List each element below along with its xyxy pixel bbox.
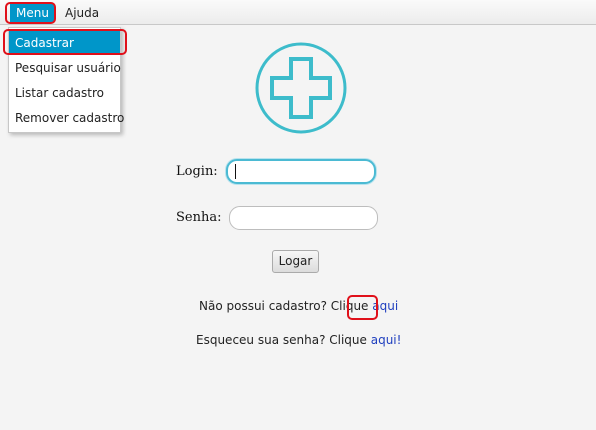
register-link-highlight (347, 295, 378, 320)
login-input[interactable] (226, 159, 376, 184)
menu-item-remover-cadastro[interactable]: Remover cadastro (9, 106, 124, 130)
forgot-line: Esqueceu sua senha? Clique aqui! (196, 333, 401, 347)
cadastrar-highlight (3, 29, 127, 55)
menu-item-listar-cadastro[interactable]: Listar cadastro (9, 81, 120, 105)
menu-highlight (5, 2, 56, 24)
password-input[interactable] (229, 206, 378, 230)
menu-bar: Menu Ajuda (0, 0, 596, 25)
menu-ajuda[interactable]: Ajuda (59, 4, 105, 22)
login-button[interactable]: Logar (272, 250, 319, 273)
forgot-link[interactable]: aqui! (371, 333, 402, 347)
text-caret (235, 164, 236, 179)
login-label: Login: (176, 164, 218, 179)
password-label: Senha: (176, 210, 222, 225)
forgot-text: Esqueceu sua senha? Clique (196, 333, 371, 347)
medical-cross-icon (255, 42, 347, 134)
menu-item-pesquisar-usuario[interactable]: Pesquisar usuário (9, 56, 121, 80)
